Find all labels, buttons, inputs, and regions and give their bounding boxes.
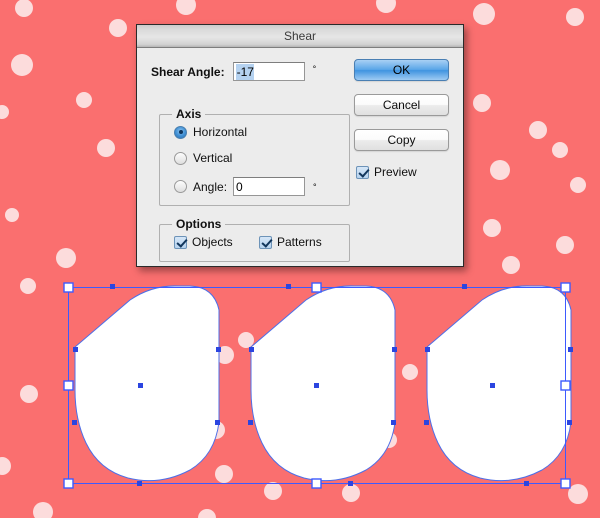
ok-button-label: OK [392,63,411,77]
checkbox-preview-icon[interactable] [356,165,369,179]
dialog-body: Shear Angle: -17 ° Axis Horizontal Verti… [137,48,463,268]
handle-mid-left [63,380,74,391]
degree-symbol-shear: ° [312,64,317,74]
copy-button-label: Copy [387,133,416,147]
radio-axis-vertical[interactable]: Vertical [174,151,232,165]
radio-vertical-label: Vertical [193,151,233,165]
sheared-rounded-rect-3[interactable] [426,285,572,482]
handle-top-center [311,282,322,293]
shear-angle-label: Shear Angle: [151,64,225,79]
handle-bottom-right [560,478,571,489]
shear-angle-input[interactable]: -17 [232,62,305,81]
axis-group-legend: Axis [172,107,206,121]
checkbox-objects[interactable]: Objects [174,235,233,249]
radio-axis-angle[interactable]: Angle: 0 ° [174,177,317,196]
axis-group: Axis Horizontal Vertical Angle: 0 ° [159,107,350,206]
dialog-titlebar[interactable]: Shear [137,25,463,48]
shear-angle-value: -17 [235,63,254,80]
sheared-rounded-rect-2[interactable] [250,285,396,482]
cancel-button-label: Cancel [382,98,421,112]
illustrator-canvas: Shear Shear Angle: -17 ° Axis Horizontal [0,0,600,518]
cancel-button[interactable]: Cancel [354,94,449,116]
checkbox-patterns-icon[interactable] [259,235,272,249]
radio-axis-horizontal[interactable]: Horizontal [174,125,247,139]
axis-angle-value: 0 [236,179,243,194]
checkbox-objects-icon[interactable] [174,235,187,249]
radio-horizontal-icon[interactable] [174,125,187,139]
handle-bottom-center [311,478,322,489]
handle-mid-right [560,380,571,391]
shear-angle-row: Shear Angle: -17 ° [151,62,316,81]
axis-angle-input[interactable]: 0 [233,177,306,196]
dialog-title: Shear [283,29,317,43]
handle-top-left [63,282,74,293]
radio-horizontal-label: Horizontal [193,125,248,139]
degree-symbol-axis: ° [313,181,317,192]
checkbox-patterns-label: Patterns [277,235,322,249]
checkbox-objects-label: Objects [192,235,233,249]
sheared-rounded-rect-1[interactable] [74,285,220,482]
radio-vertical-icon[interactable] [174,151,187,165]
sheared-shape-group[interactable] [74,285,572,482]
options-group-legend: Options [172,217,226,231]
handle-top-right [560,282,571,293]
shear-dialog: Shear Shear Angle: -17 ° Axis Horizontal [136,24,464,267]
checkbox-preview-label: Preview [374,165,417,179]
ok-button[interactable]: OK [354,59,449,81]
options-group: Options Objects Patterns [159,217,350,262]
copy-button[interactable]: Copy [354,129,449,151]
checkbox-preview[interactable]: Preview [356,165,417,179]
radio-angle-icon[interactable] [174,180,187,193]
radio-angle-label: Angle: [193,179,228,194]
checkbox-patterns[interactable]: Patterns [259,235,322,249]
handle-bottom-left [63,478,74,489]
